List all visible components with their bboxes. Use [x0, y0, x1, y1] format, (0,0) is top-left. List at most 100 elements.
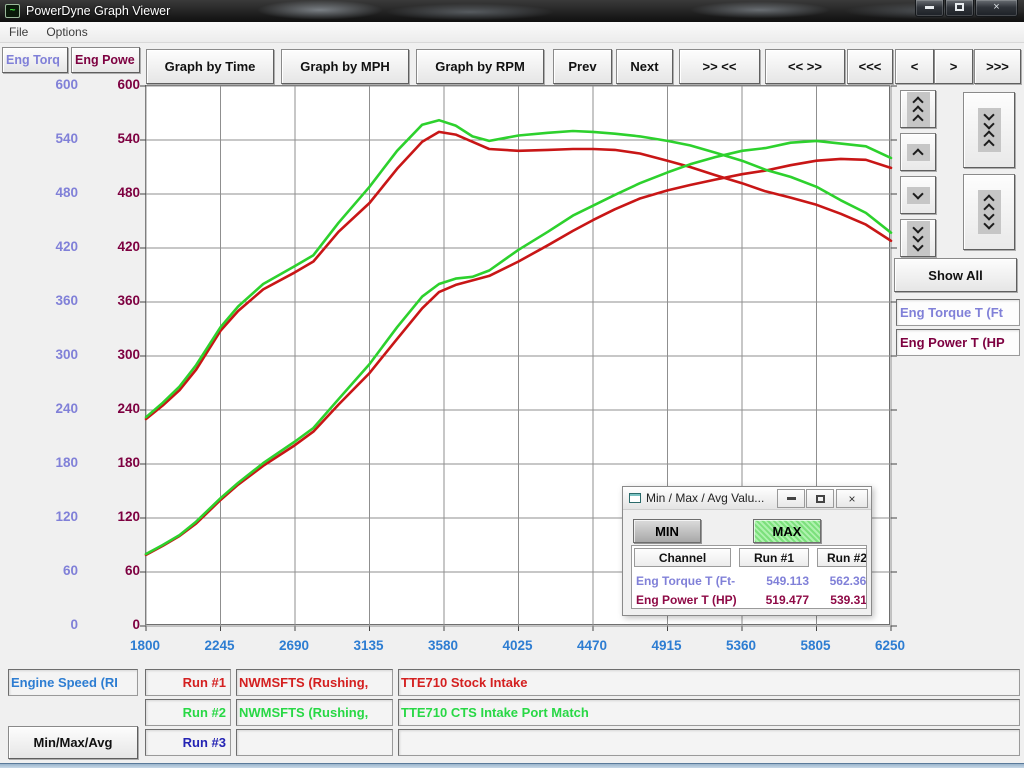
- run3-comment-field[interactable]: [236, 729, 393, 756]
- pan-right-button[interactable]: >: [934, 49, 973, 84]
- chevron-up-icon: [913, 115, 924, 122]
- axis-button-torque[interactable]: Eng Torq: [2, 47, 68, 73]
- channel-header: Channel: [634, 548, 731, 567]
- chevron-down-icon: [913, 244, 924, 251]
- run1-header: Run #1: [739, 548, 809, 567]
- y-tick-label: 60: [63, 563, 78, 578]
- scroll-up-button[interactable]: [900, 133, 936, 171]
- y-tick-label: 600: [55, 77, 78, 92]
- pan-far-right-button[interactable]: >>>: [974, 49, 1021, 84]
- y-tick-label: 0: [70, 617, 78, 632]
- minmax-close-button[interactable]: ×: [836, 489, 868, 508]
- pan-far-left-button[interactable]: <<<: [847, 49, 893, 84]
- y-tick-label: 420: [117, 239, 140, 254]
- y-tick-label: 120: [117, 509, 140, 524]
- x-tick-label: 3135: [339, 638, 399, 653]
- y-tick-label: 120: [55, 509, 78, 524]
- minmax-minimize-button[interactable]: [777, 489, 805, 508]
- run2-comment-field[interactable]: NWMSFTS (Rushing,: [236, 699, 393, 726]
- x-tick-label: 5360: [711, 638, 771, 653]
- table-row-torque-run2-value: 562.362: [817, 574, 867, 588]
- minmax-table: Channel Run #1 Run #2 Eng Torque T (Ft- …: [631, 545, 867, 609]
- close-icon: ×: [848, 492, 855, 506]
- graph-by-rpm-button[interactable]: Graph by RPM: [416, 49, 544, 84]
- chevron-down-icon: [984, 222, 995, 229]
- pan-left-button[interactable]: <: [895, 49, 934, 84]
- max-button[interactable]: MAX: [753, 519, 821, 543]
- y-tick-label: 540: [117, 131, 140, 146]
- graph-by-time-button[interactable]: Graph by Time: [146, 49, 274, 84]
- minmax-window[interactable]: Min / Max / Avg Valu... × MIN MAX Channe…: [622, 486, 872, 616]
- zoom-in-y-button[interactable]: [963, 92, 1015, 168]
- title-bar: ~ PowerDyne Graph Viewer ×: [0, 0, 1024, 22]
- minmaxavg-button[interactable]: Min/Max/Avg: [8, 726, 138, 759]
- next-button[interactable]: Next: [616, 49, 673, 84]
- show-all-button[interactable]: Show All: [894, 258, 1017, 292]
- y-tick-label: 180: [55, 455, 78, 470]
- close-button[interactable]: ×: [975, 0, 1018, 17]
- engine-speed-label: Engine Speed (RI: [11, 675, 118, 690]
- chevron-down-icon: [913, 192, 924, 199]
- maximize-button[interactable]: [945, 0, 974, 17]
- window-bottom-edge: [0, 763, 1024, 768]
- form-icon: [629, 493, 641, 503]
- restore-icon: [816, 495, 825, 503]
- menu-bar: File Options: [0, 22, 1024, 43]
- maximize-icon: [955, 3, 964, 11]
- engine-speed-field[interactable]: Engine Speed (RI: [8, 669, 138, 696]
- x-tick-label: 2245: [190, 638, 250, 653]
- run1-label: Run #1: [145, 669, 231, 696]
- y-tick-label: 240: [117, 401, 140, 416]
- run1-comment-field[interactable]: NWMSFTS (Rushing,: [236, 669, 393, 696]
- chevron-up-icon: [913, 149, 924, 156]
- legend-torque-label: Eng Torque T (Ft: [900, 305, 1003, 320]
- run3-description-field[interactable]: [398, 729, 1020, 756]
- table-row-torque-channel: Eng Torque T (Ft-: [636, 574, 735, 588]
- zoom-in-x-button[interactable]: >> <<: [679, 49, 760, 84]
- chevron-up-icon: [984, 131, 995, 138]
- x-tick-label: 5805: [786, 638, 846, 653]
- legend-power-button[interactable]: Eng Power T (HP: [896, 329, 1020, 356]
- legend-torque-button[interactable]: Eng Torque T (Ft: [896, 299, 1020, 326]
- minimize-button[interactable]: [915, 0, 944, 17]
- minimize-icon: [787, 497, 796, 500]
- table-row-power-run2-value: 539.311: [817, 593, 867, 607]
- chevron-up-icon: [984, 140, 995, 147]
- y-tick-label: 540: [55, 131, 78, 146]
- chevron-up-icon: [913, 97, 924, 104]
- run2-description-field[interactable]: TTE710 CTS Intake Port Match: [398, 699, 1020, 726]
- y-tick-label: 300: [117, 347, 140, 362]
- prev-button[interactable]: Prev: [553, 49, 612, 84]
- table-row-power-channel: Eng Power T (HP): [636, 593, 737, 607]
- menu-item-file[interactable]: File: [0, 23, 37, 41]
- minmax-titlebar[interactable]: Min / Max / Avg Valu... ×: [623, 487, 871, 510]
- table-row-power-run1-value: 519.477: [739, 593, 809, 607]
- y-tick-label: 240: [55, 401, 78, 416]
- x-tick-label: 4025: [488, 638, 548, 653]
- x-tick-label: 3580: [413, 638, 473, 653]
- zoom-out-y-button[interactable]: [963, 174, 1015, 250]
- chevron-up-icon: [913, 106, 924, 113]
- y-tick-label: 300: [55, 347, 78, 362]
- scroll-down-fast-button[interactable]: [900, 219, 936, 257]
- chevron-up-icon: [984, 195, 995, 202]
- run2-label: Run #2: [145, 699, 231, 726]
- x-tick-label: 4915: [637, 638, 697, 653]
- scroll-up-fast-button[interactable]: [900, 90, 936, 128]
- legend-power-label: Eng Power T (HP: [900, 335, 1005, 350]
- axis-button-power[interactable]: Eng Powe: [71, 47, 140, 73]
- table-row-torque-run1-value: 549.113: [739, 574, 809, 588]
- menu-item-options[interactable]: Options: [37, 23, 96, 41]
- x-tick-label: 4470: [562, 638, 622, 653]
- x-tick-label: 1800: [115, 638, 175, 653]
- zoom-out-x-button[interactable]: << >>: [765, 49, 845, 84]
- y-tick-label: 0: [132, 617, 140, 632]
- y-tick-label: 360: [117, 293, 140, 308]
- min-button[interactable]: MIN: [633, 519, 701, 543]
- scroll-down-button[interactable]: [900, 176, 936, 214]
- x-tick-label: 6250: [860, 638, 920, 653]
- graph-by-mph-button[interactable]: Graph by MPH: [281, 49, 409, 84]
- y-tick-label: 360: [55, 293, 78, 308]
- run1-description-field[interactable]: TTE710 Stock Intake: [398, 669, 1020, 696]
- minmax-restore-button[interactable]: [806, 489, 834, 508]
